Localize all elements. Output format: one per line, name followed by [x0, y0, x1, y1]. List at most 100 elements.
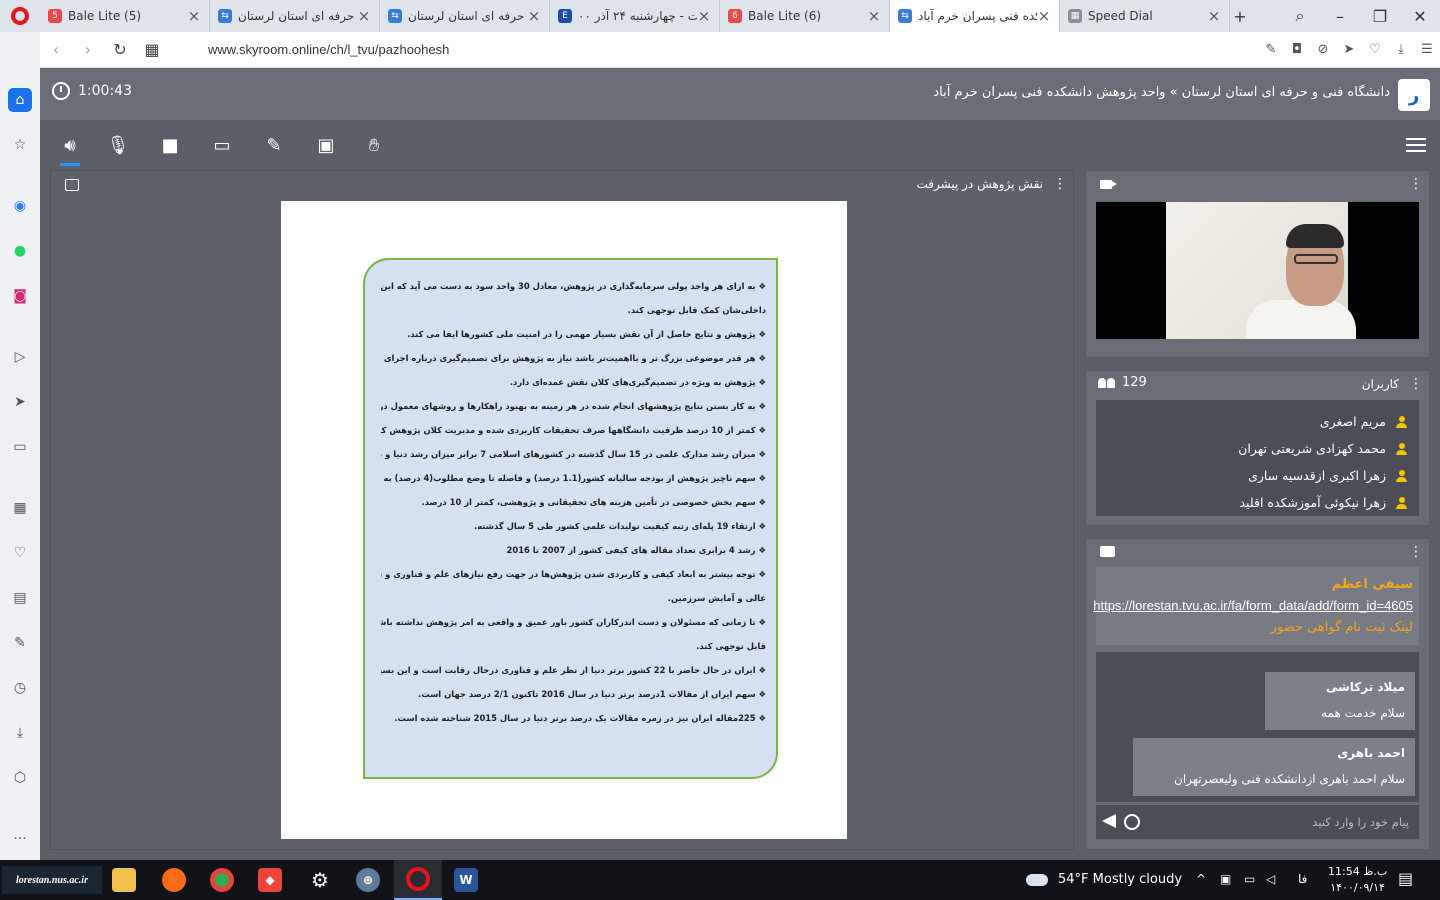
- slide-line: ❖ کمتر از 10 درصد ظرفیت دانشگاهها صرف تح…: [381, 425, 766, 435]
- instagram-icon[interactable]: ◙: [8, 284, 32, 308]
- user-item[interactable]: زهرا نیکوئی آموزشکده اقلید: [1240, 495, 1407, 510]
- network-icon[interactable]: ▭: [1244, 872, 1255, 886]
- presentation-panel: نقش پژوهش در پیشرفت ⋮ ❖ به ازای هر واحد …: [50, 170, 1074, 850]
- word-icon[interactable]: W: [442, 860, 490, 900]
- browser-tab[interactable]: ⇆ کده فنی پسران خرم آباد ×: [890, 0, 1060, 32]
- star-icon[interactable]: ☆: [8, 133, 32, 157]
- browser-tab[interactable]: ⇆ و حرفه ای استان لرستان ×: [210, 0, 380, 32]
- home-icon[interactable]: ⌂: [8, 88, 32, 112]
- file-explorer-icon[interactable]: [100, 860, 148, 900]
- notifications-icon[interactable]: ▤: [1398, 869, 1413, 888]
- user-item[interactable]: زهرا اکبری ازقدسیه ساری: [1248, 468, 1407, 483]
- presentation-icon[interactable]: ▣: [308, 130, 344, 160]
- wallet-icon[interactable]: ▭: [8, 435, 32, 459]
- extensions-icon[interactable]: ⬡: [8, 766, 32, 790]
- messenger-icon[interactable]: ◉: [8, 194, 32, 218]
- new-tab-icon[interactable]: +: [1220, 0, 1260, 32]
- adblock-icon[interactable]: ⊘: [1310, 32, 1336, 68]
- room-header: 1:00:43 دانشگاه فنی و حرفه ای استان لرست…: [40, 68, 1440, 120]
- pinned-text: لینک ثبت نام گواهی حضور: [1270, 620, 1413, 635]
- settings-icon[interactable]: ⚙: [296, 860, 344, 900]
- whatsapp-icon[interactable]: ●: [8, 239, 32, 263]
- user-item[interactable]: محمد کهزادی شریعتی تهران: [1238, 441, 1407, 456]
- weather-text: 54°F Mostly cloudy: [1058, 872, 1183, 887]
- player-icon[interactable]: ▷: [8, 345, 32, 369]
- system-clock[interactable]: 11:54 ب.ظ ۱۴۰۰/۰۹/۱۴: [1328, 864, 1387, 896]
- presenter-video[interactable]: [1096, 202, 1419, 339]
- firefox-icon[interactable]: [150, 860, 198, 900]
- browser-tab[interactable]: 6 Bale Lite (6) ×: [720, 0, 890, 32]
- more-icon[interactable]: ···: [8, 827, 32, 851]
- tray-chevron-icon[interactable]: ^: [1196, 872, 1206, 886]
- url-field[interactable]: www.skyroom.online/ch/l_tvu/pazhoohesh: [208, 42, 449, 57]
- reload-icon[interactable]: ↻: [104, 32, 136, 68]
- tab-close-icon[interactable]: ×: [527, 7, 541, 25]
- download-icon[interactable]: ⤓: [8, 721, 32, 745]
- tabs-grid-icon[interactable]: ▦: [136, 32, 168, 68]
- tab-close-icon[interactable]: ×: [1037, 7, 1051, 25]
- downloads-icon[interactable]: ⤓: [1388, 32, 1414, 68]
- forward-icon[interactable]: ›: [72, 32, 104, 68]
- browser-tab[interactable]: 5 Bale Lite (5) ×: [40, 0, 210, 32]
- users-options-icon[interactable]: ⋮: [1409, 377, 1423, 391]
- network-globe-icon[interactable]: ⊕: [344, 860, 392, 900]
- share-icon[interactable]: ➤: [1336, 32, 1362, 68]
- easy-setup-icon[interactable]: ☰: [1414, 32, 1440, 68]
- notes-icon[interactable]: ▤: [8, 586, 32, 610]
- chrome-icon[interactable]: [198, 860, 246, 900]
- close-window-icon[interactable]: ✕: [1400, 0, 1440, 32]
- chat-messages: میلاد ترکاشی سلام خدمت همه احمد باهری سل…: [1096, 652, 1419, 802]
- browser-tab[interactable]: E ت - چهارشنبه ۲۴ آذر ۰۰ ×: [550, 0, 720, 32]
- send-icon[interactable]: ➤: [8, 390, 32, 414]
- send-message-icon[interactable]: [1102, 814, 1116, 828]
- anydesk-icon[interactable]: ◆: [246, 860, 294, 900]
- browser-tab[interactable]: ▦ Speed Dial ×: [1060, 0, 1230, 32]
- people-icon: [1098, 377, 1116, 388]
- address-bar: ‹ › ↻ ▦ www.skyroom.online/ch/l_tvu/pazh…: [40, 32, 1440, 68]
- tab-close-icon[interactable]: ×: [697, 7, 711, 25]
- speed-dial-icon[interactable]: ▦: [8, 496, 32, 520]
- back-icon[interactable]: ‹: [40, 32, 72, 68]
- slide: ❖ به ازای هر واحد پولی سرمایه‌گذاری در پ…: [281, 201, 847, 839]
- bookmark-heart-icon[interactable]: ♡: [1362, 32, 1388, 68]
- camera-toggle-icon[interactable]: ■: [152, 130, 188, 160]
- edit-icon[interactable]: ✎: [1258, 32, 1284, 68]
- weather-widget[interactable]: 54°F Mostly cloudy: [1026, 872, 1182, 887]
- tab-close-icon[interactable]: ×: [357, 7, 371, 25]
- opera-taskbar-icon[interactable]: [394, 860, 442, 900]
- presentation-options-icon[interactable]: ⋮: [1053, 177, 1067, 191]
- screen-share-icon[interactable]: ▭: [204, 130, 240, 160]
- meet-now-icon[interactable]: ▣: [1220, 872, 1231, 886]
- emoji-icon[interactable]: [1124, 814, 1140, 830]
- slide-line: داخلی‌شان کمک قابل توجهی کند.: [627, 305, 766, 315]
- slide-line: ❖ به ازای هر واحد پولی سرمایه‌گذاری در پ…: [381, 281, 766, 291]
- camera-icon[interactable]: ◘: [1284, 32, 1310, 68]
- minimize-icon[interactable]: –: [1320, 0, 1360, 32]
- history-icon[interactable]: ◷: [8, 676, 32, 700]
- pinned-link[interactable]: https://lorestan.tvu.ac.ir/fa/form_data/…: [1093, 598, 1413, 613]
- presentation-expand-icon[interactable]: [65, 179, 79, 191]
- tab-search-icon[interactable]: ⌕: [1280, 0, 1320, 32]
- start-button[interactable]: lorestan.nus.ac.ir: [2, 866, 102, 894]
- tab-close-icon[interactable]: ×: [1207, 7, 1221, 25]
- user-item[interactable]: مریم اصغری: [1320, 414, 1407, 429]
- opera-logo-icon[interactable]: [0, 0, 40, 32]
- heart-icon[interactable]: ♡: [8, 541, 32, 565]
- menu-icon[interactable]: [1406, 138, 1426, 152]
- tab-close-icon[interactable]: ×: [867, 7, 881, 25]
- whiteboard-brush-icon[interactable]: ✎: [256, 130, 292, 160]
- snapshot-icon[interactable]: ✎: [8, 631, 32, 655]
- user-name: محمد کهزادی شریعتی تهران: [1238, 441, 1386, 456]
- restore-icon[interactable]: ❐: [1360, 0, 1400, 32]
- input-language[interactable]: فا: [1298, 872, 1307, 886]
- volume-icon[interactable]: ◁: [1266, 872, 1275, 886]
- raise-hand-icon[interactable]: ✋︎: [356, 130, 392, 160]
- browser-tab[interactable]: ⇆ و حرفه ای استان لرستان ×: [380, 0, 550, 32]
- video-options-icon[interactable]: ⋮: [1409, 177, 1423, 191]
- speaker-icon[interactable]: 🔊︎: [52, 130, 88, 166]
- chat-input[interactable]: پیام خود را وارد کنید: [1096, 805, 1419, 839]
- mic-muted-icon[interactable]: 🎙︎: [100, 130, 136, 160]
- tab-close-icon[interactable]: ×: [187, 7, 201, 25]
- chat-options-icon[interactable]: ⋮: [1409, 545, 1423, 559]
- slide-line: ❖ پژوهش و نتایج حاصل از آن نقش بسیار مهم…: [407, 329, 766, 339]
